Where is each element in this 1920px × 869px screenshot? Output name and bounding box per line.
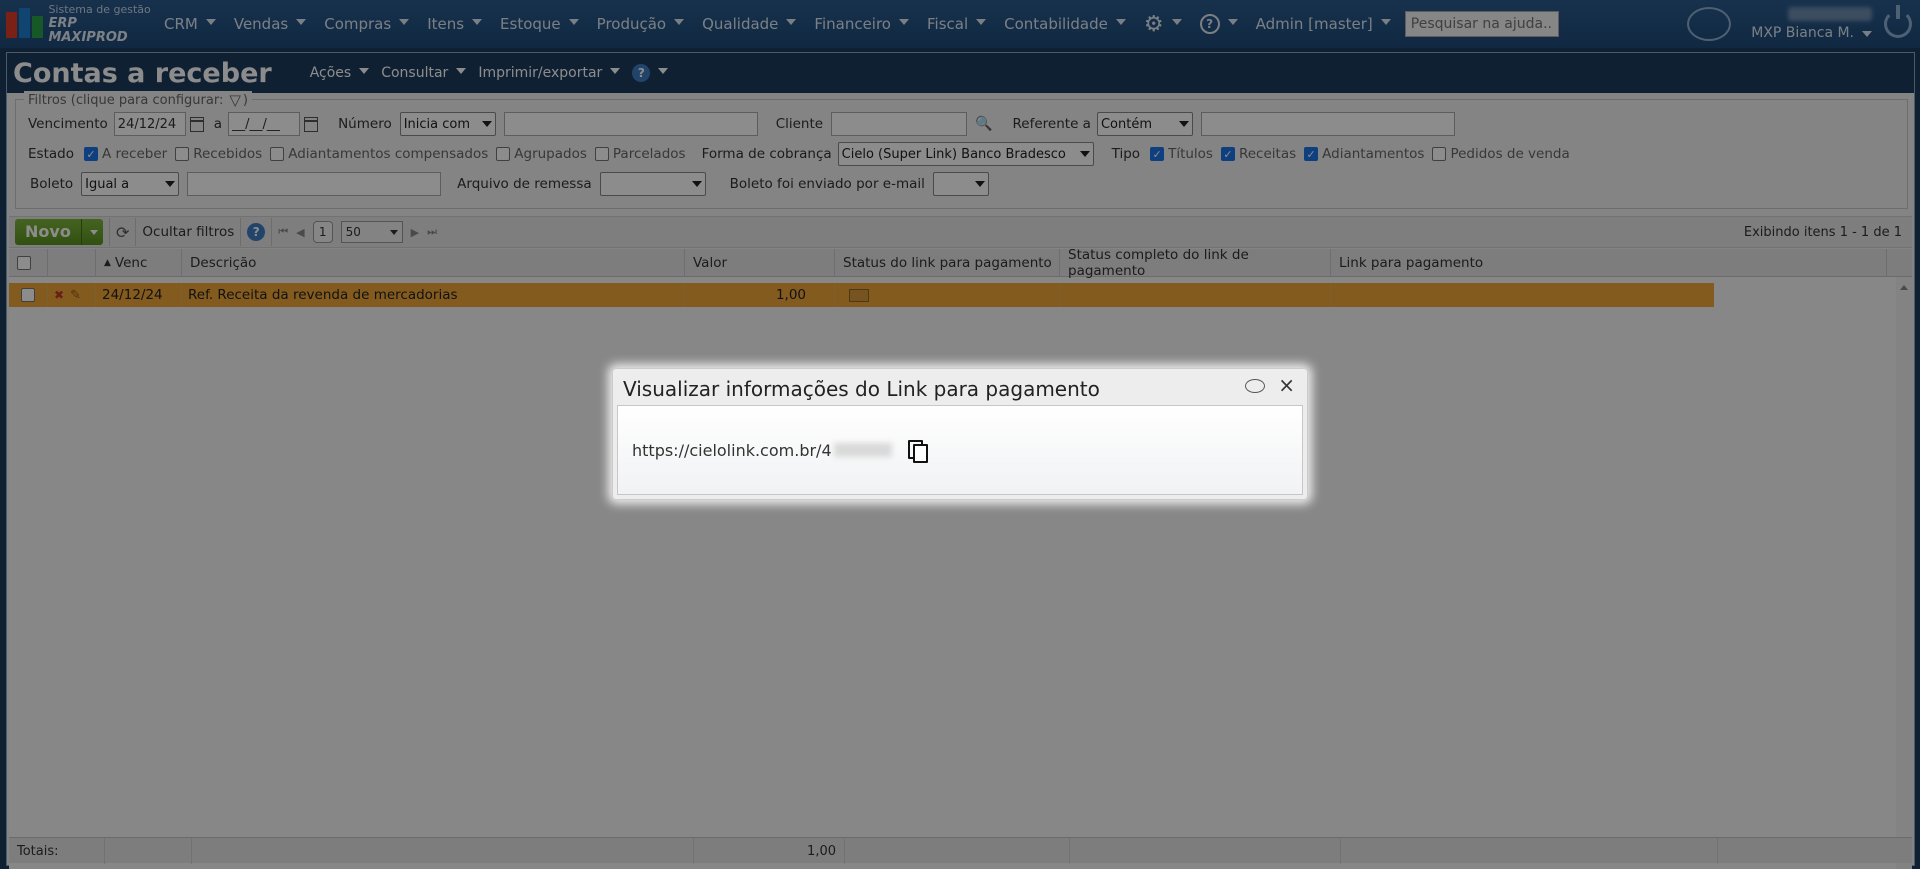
link-blurred-part <box>833 443 892 457</box>
link-info-dialog: Visualizar informações do Link para paga… <box>612 368 1308 500</box>
close-icon[interactable]: × <box>1278 373 1295 397</box>
payment-link-text[interactable]: https://cielolink.com.br/4 <box>632 441 832 460</box>
copy-icon[interactable] <box>907 440 928 463</box>
dialog-title: Visualizar informações do Link para paga… <box>623 377 1100 401</box>
chat-icon[interactable] <box>1245 379 1265 393</box>
dialog-body: https://cielolink.com.br/4 <box>617 405 1303 495</box>
